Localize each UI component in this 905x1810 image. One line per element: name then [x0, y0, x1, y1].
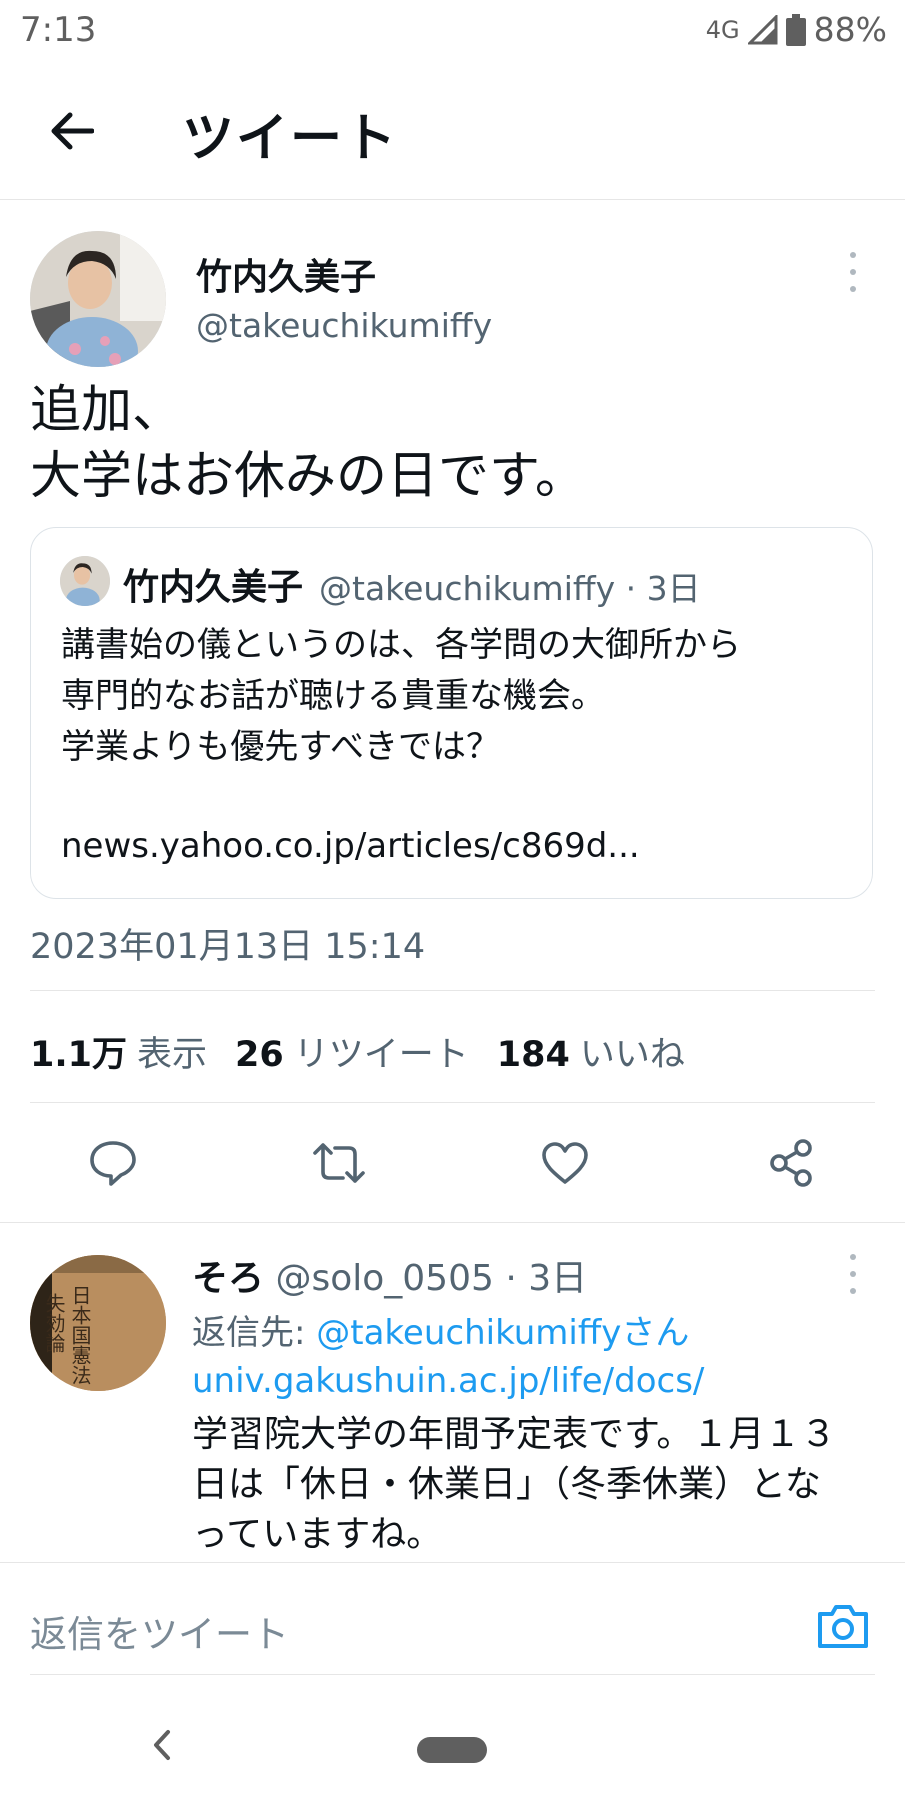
reply-to-handle[interactable]: @takeuchikumiffyさん [316, 1313, 689, 1353]
chevron-left-icon [154, 1730, 170, 1760]
more-vertical-icon[interactable] [843, 252, 863, 292]
quote-body: 講書始の儀というのは、各学問の大御所から 専門的なお話が聴ける貴重な機会。 学業… [61, 625, 741, 767]
reply-button[interactable] [80, 1130, 146, 1196]
more-vertical-icon[interactable] [843, 1254, 863, 1294]
page-title: ツイート [182, 109, 399, 169]
compose-underline [30, 1674, 875, 1675]
views-label: 表示 [137, 1035, 208, 1075]
quote-author-handle: @takeuchikumiffy · 3日 [319, 569, 701, 608]
compose-divider [0, 1562, 905, 1563]
author-name[interactable]: 竹内久美子 [196, 248, 376, 300]
quote-author-avatar [60, 556, 110, 606]
reply-author-meta: @solo_0505 · 3日 [275, 1258, 588, 1299]
back-button[interactable] [40, 100, 102, 162]
tweet-text: 追加、 大学はお休みの日です。 [30, 381, 586, 506]
reply-to-prefix: 返信先: [192, 1313, 317, 1353]
camera-icon [818, 1605, 868, 1648]
views-stat[interactable]: 1.1万 表示 [30, 1026, 207, 1077]
author-handle[interactable]: @takeuchikumiffy [196, 306, 492, 345]
header-divider [0, 199, 905, 200]
likes-label: いいね [579, 1035, 685, 1075]
battery-icon [785, 13, 806, 46]
reply-author-name: そろ [192, 1258, 265, 1299]
retweets-stat[interactable]: 26 リツイート [235, 1026, 469, 1077]
reply-compose-input[interactable]: 返信をツイート [30, 1604, 289, 1658]
divider [30, 990, 875, 991]
divider [30, 1102, 875, 1103]
retweet-button[interactable] [306, 1130, 372, 1196]
divider [0, 1222, 905, 1223]
network-label: 4G [705, 15, 740, 44]
status-icons: 4G 88% [706, 10, 887, 49]
like-button[interactable] [532, 1130, 598, 1196]
reply-author-avatar[interactable]: 日本国憲法 失効論 [30, 1255, 166, 1391]
tweet-timestamp: 2023年01月13日 15:14 [30, 927, 426, 967]
signal-icon [747, 14, 778, 44]
retweets-count: 26 [235, 1035, 284, 1075]
avatar-photo [60, 556, 110, 606]
quote-author-name: 竹内久美子 [123, 567, 304, 608]
avatar-photo [30, 231, 166, 367]
system-home-pill[interactable] [417, 1737, 487, 1763]
tweet-stats: 1.1万 表示 26 リツイート 184 いいね [30, 1026, 685, 1077]
reply-author[interactable]: そろ @solo_0505 · 3日 [192, 1249, 587, 1301]
reply-link[interactable]: univ.gakushuin.ac.jp/life/docs/ [192, 1361, 704, 1401]
heart-icon [542, 1142, 588, 1184]
comment-icon [90, 1141, 136, 1186]
likes-stat[interactable]: 184 いいね [497, 1026, 685, 1077]
arrow-left-icon [51, 112, 94, 150]
avatar-photo: 日本国憲法 失効論 [30, 1255, 166, 1391]
views-count: 1.1万 [30, 1035, 128, 1075]
retweet-icon [313, 1143, 365, 1183]
share-icon [770, 1139, 812, 1187]
likes-count: 184 [496, 1035, 570, 1075]
camera-button[interactable] [814, 1598, 872, 1656]
reply-body: 学習院大学の年間予定表です。１月１３ 日は「休日・休業日」（冬季休業）とな って… [192, 1414, 837, 1555]
quote-link[interactable]: news.yahoo.co.jp/articles/c869d... [61, 826, 640, 866]
system-back-button[interactable] [150, 1728, 174, 1766]
svg-text:日本国憲法: 日本国憲法 [68, 1285, 92, 1385]
author-avatar[interactable] [30, 231, 166, 367]
svg-text:失効論: 失効論 [42, 1293, 66, 1353]
retweets-label: リツイート [293, 1035, 469, 1075]
reply-to: 返信先: @takeuchikumiffyさん [192, 1305, 689, 1354]
status-time: 7:13 [20, 10, 97, 50]
quoted-tweet[interactable]: 竹内久美子 @takeuchikumiffy · 3日 講書始の儀というのは、各… [30, 527, 873, 899]
share-button[interactable] [758, 1130, 824, 1196]
battery-level: 88% [813, 10, 887, 49]
